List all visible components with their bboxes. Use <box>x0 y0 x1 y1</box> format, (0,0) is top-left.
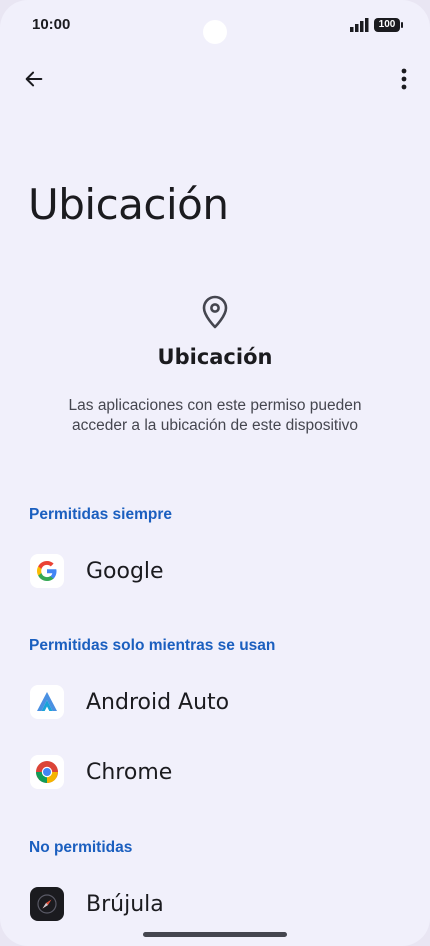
permission-heading: Ubicación <box>157 345 273 369</box>
screen: 10:00 100 Ubicación Ubicación Las aplica… <box>0 0 430 946</box>
location-pin-icon <box>199 294 231 335</box>
app-row-brujula[interactable]: Brújula <box>0 874 430 934</box>
app-row-google[interactable]: Google <box>0 541 430 601</box>
status-time: 10:00 <box>32 16 71 33</box>
app-name: Google <box>86 558 164 584</box>
google-icon <box>30 554 64 588</box>
compass-icon <box>30 887 64 921</box>
page-title: Ubicación <box>28 180 229 229</box>
section-label-while-in-use: Permitidas solo mientras se usan <box>29 637 276 654</box>
more-vert-icon <box>401 68 407 95</box>
chrome-icon <box>30 755 64 789</box>
android-auto-icon <box>30 685 64 719</box>
arrow-back-icon <box>23 68 45 95</box>
battery-icon: 100 <box>374 18 403 32</box>
app-name: Brújula <box>86 891 164 917</box>
gesture-navigation-bar[interactable] <box>143 932 287 937</box>
back-button[interactable] <box>14 61 54 101</box>
status-bar: 10:00 100 <box>0 0 430 52</box>
app-name: Android Auto <box>86 689 230 715</box>
section-label-always: Permitidas siempre <box>29 506 173 523</box>
front-camera <box>203 20 227 44</box>
more-options-button[interactable] <box>384 61 424 101</box>
signal-icon <box>350 18 370 37</box>
section-label-not-allowed: No permitidas <box>29 839 133 856</box>
app-row-android-auto[interactable]: Android Auto <box>0 672 430 732</box>
app-name: Chrome <box>86 759 173 785</box>
permission-description: Las aplicaciones con este permiso pueden… <box>68 397 362 434</box>
app-row-chrome[interactable]: Chrome <box>0 742 430 802</box>
